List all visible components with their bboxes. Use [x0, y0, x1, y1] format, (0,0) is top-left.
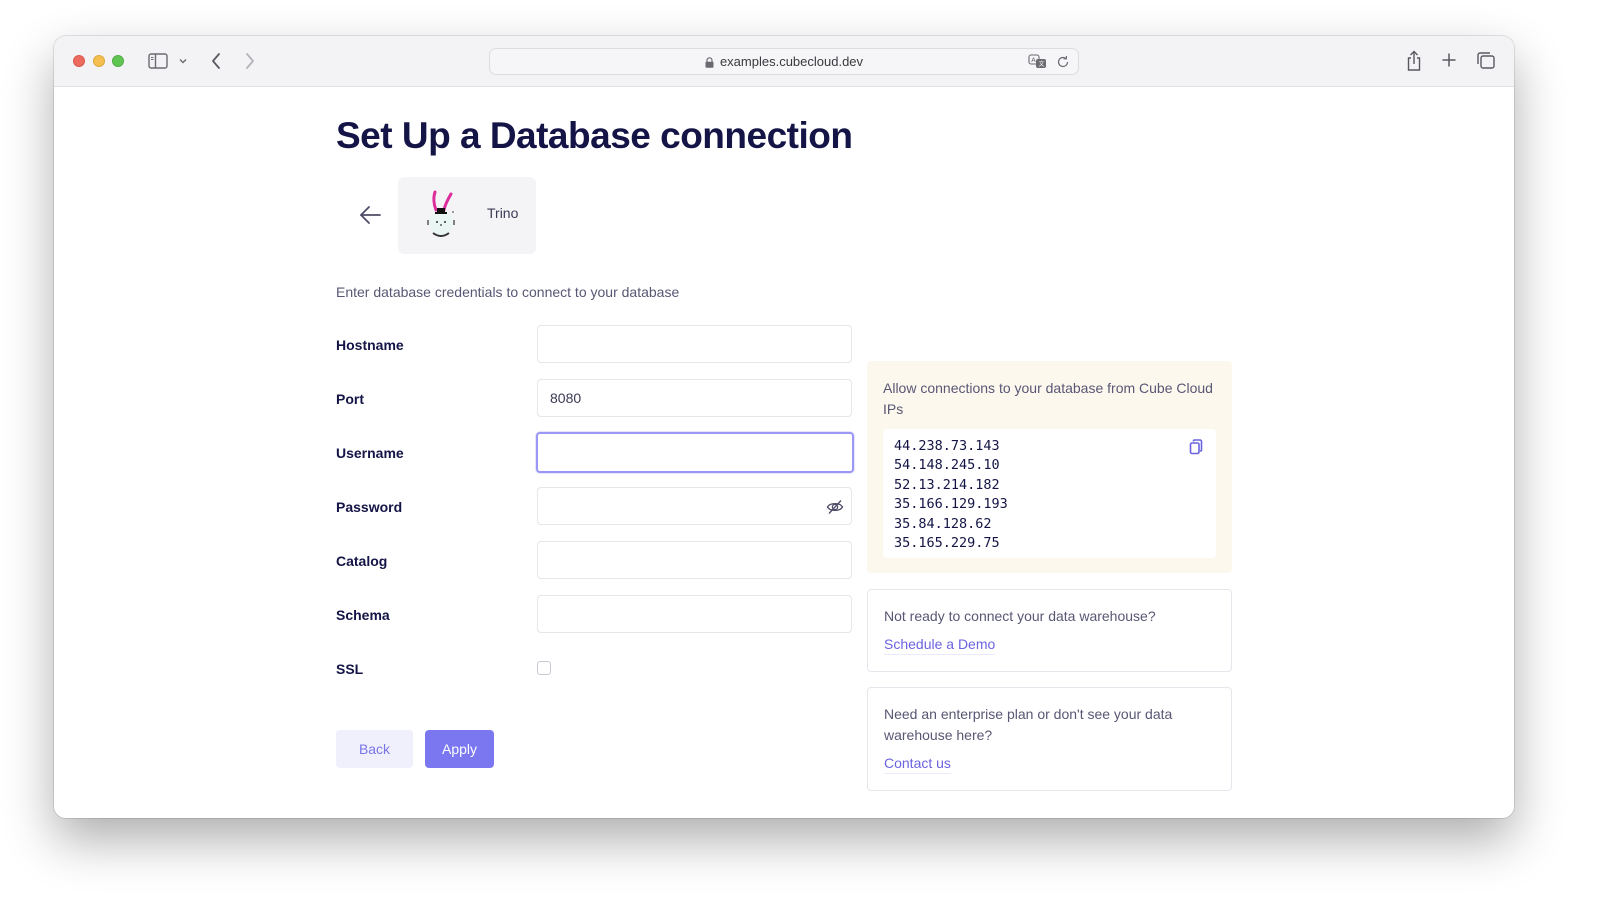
- hostname-input[interactable]: [537, 325, 852, 363]
- svg-text:文: 文: [1039, 60, 1045, 68]
- database-name: Trino: [487, 205, 519, 221]
- schedule-demo-link[interactable]: Schedule a Demo: [884, 636, 996, 655]
- plus-icon[interactable]: [1440, 51, 1458, 69]
- tabs-overview-icon[interactable]: [1476, 51, 1496, 71]
- trino-logo-icon: [424, 190, 460, 242]
- ip-address: 44.238.73.143: [894, 438, 1000, 454]
- ssl-label: SSL: [336, 661, 364, 677]
- contact-us-card: Need an enterprise plan or don't see you…: [867, 687, 1232, 791]
- page-content: Set Up a Database connection Trino Enter…: [54, 88, 1514, 818]
- share-icon[interactable]: [1404, 49, 1424, 73]
- chevron-down-icon[interactable]: [177, 54, 189, 68]
- translate-icon[interactable]: A文: [1028, 54, 1048, 70]
- hostname-label: Hostname: [336, 337, 404, 353]
- arrow-left-icon: [360, 206, 381, 224]
- maximize-window-button[interactable]: [112, 55, 124, 67]
- lock-icon: [705, 56, 714, 68]
- url-text: examples.cubecloud.dev: [719, 54, 864, 69]
- help-card-text: Not ready to connect your data warehouse…: [884, 608, 1156, 624]
- ip-address: 54.148.245.10: [894, 457, 1000, 474]
- ip-list: 44.238.73.143 54.148.245.10 52.13.214.18…: [894, 437, 1008, 553]
- reload-icon[interactable]: [1056, 55, 1070, 69]
- ip-address: 52.13.214.182: [894, 476, 1000, 493]
- eye-slash-icon[interactable]: [826, 499, 844, 515]
- password-label: Password: [336, 499, 403, 515]
- catalog-input[interactable]: [537, 541, 852, 579]
- contact-us-link[interactable]: Contact us: [884, 755, 951, 774]
- ip-address: 35.84.128.62: [894, 515, 992, 532]
- close-window-button[interactable]: [73, 55, 85, 67]
- chevron-left-icon[interactable]: [206, 50, 226, 72]
- ip-list-box: 44.238.73.143 54.148.245.10 52.13.214.18…: [883, 429, 1216, 558]
- sidebar-toggle-icon[interactable]: [148, 52, 168, 70]
- catalog-label: Catalog: [336, 553, 388, 569]
- port-input[interactable]: [537, 379, 852, 417]
- browser-toolbar: examples.cubecloud.dev A文: [54, 36, 1514, 87]
- chevron-right-icon[interactable]: [240, 50, 260, 72]
- form-subtitle: Enter database credentials to connect to…: [336, 284, 680, 300]
- back-arrow-button[interactable]: [354, 200, 386, 230]
- port-label: Port: [336, 391, 364, 407]
- password-input[interactable]: [537, 487, 852, 525]
- svg-text:A: A: [1031, 56, 1036, 64]
- schedule-demo-card: Not ready to connect your data warehouse…: [867, 589, 1232, 672]
- browser-window: examples.cubecloud.dev A文 Set Up a Datab…: [54, 36, 1514, 818]
- username-label: Username: [336, 445, 404, 461]
- schema-input[interactable]: [537, 595, 852, 633]
- username-input[interactable]: [536, 432, 854, 473]
- back-button[interactable]: Back: [336, 730, 413, 768]
- page-title: Set Up a Database connection: [336, 115, 853, 156]
- address-bar[interactable]: examples.cubecloud.dev A文: [489, 48, 1079, 75]
- schema-label: Schema: [336, 607, 390, 623]
- ip-allowlist-panel: Allow connections to your database from …: [867, 361, 1232, 573]
- copy-icon[interactable]: [1189, 439, 1203, 455]
- ip-address: 35.165.229.75: [894, 535, 1000, 552]
- minimize-window-button[interactable]: [93, 55, 105, 67]
- ip-panel-title: Allow connections to your database from …: [883, 380, 1213, 417]
- ssl-checkbox[interactable]: [537, 661, 551, 675]
- selected-database-card: Trino: [398, 177, 536, 254]
- ip-address: 35.166.129.193: [894, 496, 1008, 513]
- help-card-text: Need an enterprise plan or don't see you…: [884, 706, 1173, 743]
- apply-button[interactable]: Apply: [425, 730, 494, 768]
